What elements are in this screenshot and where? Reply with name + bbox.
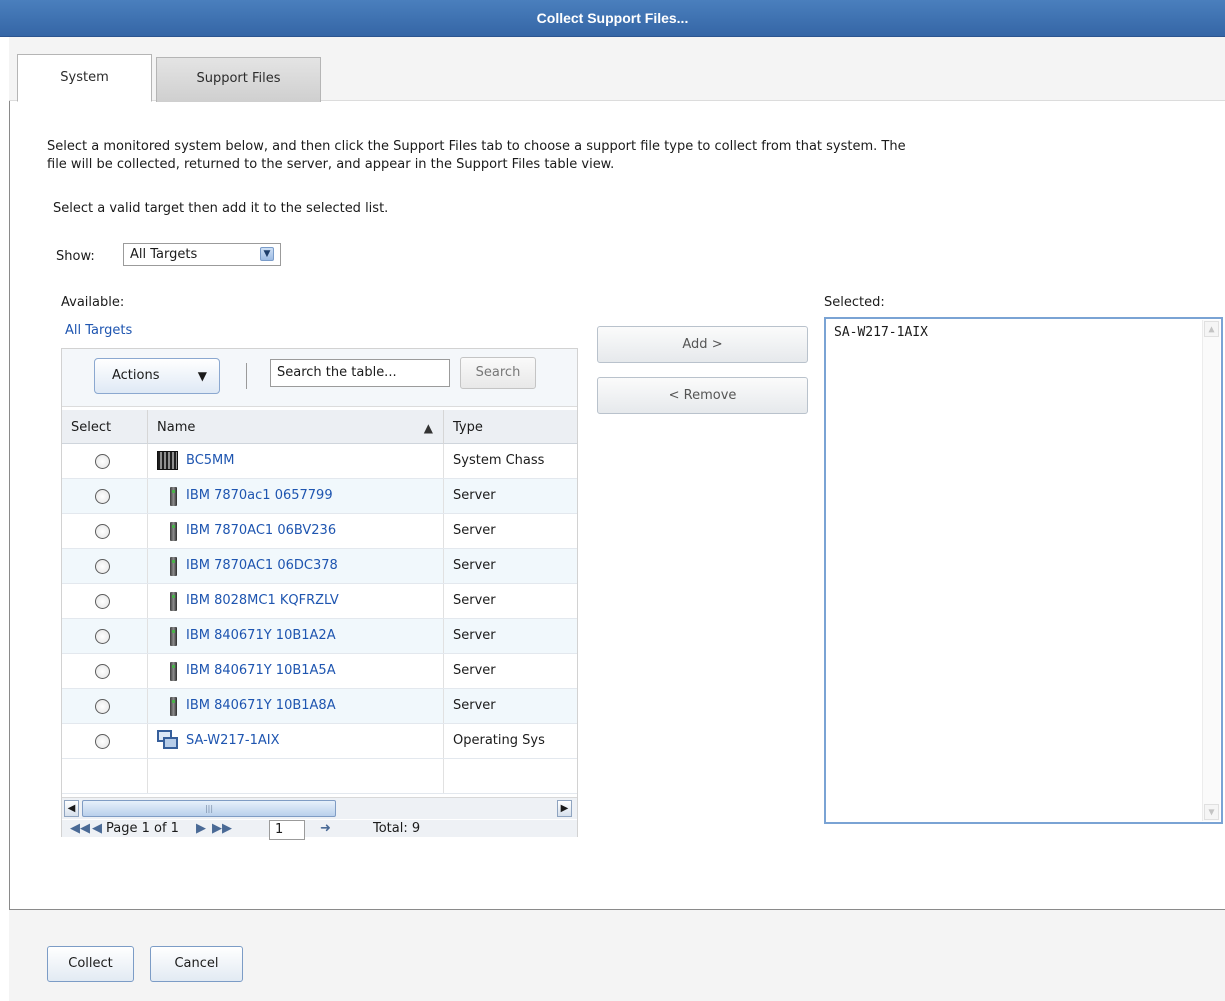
row-select-radio[interactable] — [95, 629, 110, 644]
next-page-icon[interactable]: ▶ — [196, 820, 206, 837]
target-name-link[interactable]: SA-W217-1AIX — [186, 724, 280, 758]
selected-list-item[interactable]: SA-W217-1AIX — [834, 325, 928, 340]
target-type: Server — [453, 488, 496, 503]
row-select-radio[interactable] — [95, 559, 110, 574]
page-number-input[interactable]: 1 — [269, 820, 305, 840]
column-header-name-label: Name — [157, 420, 196, 435]
chevron-down-icon: ▼ — [260, 247, 274, 261]
dialog-title: Collect Support Files... — [0, 0, 1225, 37]
vertical-scrollbar[interactable]: ▲ ▼ — [1202, 320, 1220, 821]
operating-system-icon — [157, 730, 179, 752]
target-type: Server — [453, 698, 496, 713]
server-icon — [170, 522, 177, 541]
row-select-radio[interactable] — [95, 594, 110, 609]
show-filter-value: All Targets — [130, 247, 198, 262]
target-name-link[interactable]: IBM 840671Y 10B1A8A — [186, 689, 336, 723]
actions-label: Actions — [112, 368, 160, 383]
toolbar-divider — [246, 363, 247, 389]
server-icon — [170, 662, 177, 681]
target-type: Server — [453, 663, 496, 678]
show-label: Show: — [56, 249, 95, 264]
tab-system[interactable]: System — [17, 54, 152, 102]
server-icon — [170, 697, 177, 716]
target-name-link[interactable]: BC5MM — [186, 444, 234, 478]
target-name-link[interactable]: IBM 7870ac1 0657799 — [186, 479, 333, 513]
scroll-right-icon[interactable]: ▶ — [557, 800, 572, 817]
target-type: Operating Sys — [453, 733, 545, 748]
target-name-link[interactable]: IBM 8028MC1 KQFRZLV — [186, 584, 339, 618]
tab-support-files[interactable]: Support Files — [156, 57, 321, 102]
target-name-link[interactable]: IBM 7870AC1 06DC378 — [186, 549, 338, 583]
intro-line-2: file will be collected, returned to the … — [47, 157, 615, 172]
table-pager: ◀◀ ◀ Page 1 of 1 ▶ ▶▶ 1 ➜ Total: 9 — [62, 820, 577, 840]
intro-text: Select a monitored system below, and the… — [47, 138, 1225, 174]
first-page-icon[interactable]: ◀◀ — [70, 820, 90, 837]
target-name-link[interactable]: IBM 7870AC1 06BV236 — [186, 514, 336, 548]
row-select-radio[interactable] — [95, 489, 110, 504]
server-icon — [170, 557, 177, 576]
table-toolbar: Actions ▼ Search the table... Search — [62, 349, 577, 407]
server-icon — [170, 627, 177, 646]
previous-page-icon[interactable]: ◀ — [92, 820, 102, 837]
tab-strip: System Support Files — [9, 37, 1225, 102]
server-icon — [170, 487, 177, 506]
target-type: Server — [453, 593, 496, 608]
table-row[interactable]: IBM 840671Y 10B1A2A Server — [62, 619, 577, 654]
caret-down-icon: ▼ — [197, 369, 207, 383]
scroll-down-icon[interactable]: ▼ — [1204, 804, 1219, 820]
table-row[interactable]: IBM 7870AC1 06DC378 Server — [62, 549, 577, 584]
target-type: Server — [453, 523, 496, 538]
intro-line-1: Select a monitored system below, and the… — [47, 139, 906, 154]
scroll-thumb[interactable]: ||| — [82, 800, 336, 817]
target-name-link[interactable]: IBM 840671Y 10B1A5A — [186, 654, 336, 688]
table-row[interactable]: IBM 840671Y 10B1A8A Server — [62, 689, 577, 724]
scroll-up-icon[interactable]: ▲ — [1204, 321, 1219, 337]
go-to-page-icon[interactable]: ➜ — [320, 820, 331, 837]
row-select-radio[interactable] — [95, 699, 110, 714]
hint-text: Select a valid target then add it to the… — [53, 201, 389, 216]
row-select-radio[interactable] — [95, 454, 110, 469]
collect-button[interactable]: Collect — [47, 946, 134, 982]
table-row[interactable]: BC5MM System Chass — [62, 444, 577, 479]
column-header-select: Select — [62, 410, 148, 444]
selected-list[interactable]: SA-W217-1AIX ▲ ▼ — [824, 317, 1223, 824]
table-row-empty — [62, 759, 577, 794]
actions-menu-button[interactable]: Actions ▼ — [94, 358, 220, 394]
row-select-radio[interactable] — [95, 734, 110, 749]
row-select-radio[interactable] — [95, 524, 110, 539]
column-header-name[interactable]: Name ▲︎ — [148, 410, 444, 444]
selected-label: Selected: — [824, 295, 885, 310]
remove-button[interactable]: < Remove — [597, 377, 808, 414]
row-select-radio[interactable] — [95, 664, 110, 679]
table-row[interactable]: IBM 7870AC1 06BV236 Server — [62, 514, 577, 549]
sort-icon[interactable]: ▲︎ — [424, 410, 433, 446]
scroll-left-icon[interactable]: ◀ — [64, 800, 79, 817]
show-filter-select[interactable]: All Targets ▼ — [123, 243, 281, 266]
all-targets-link[interactable]: All Targets — [65, 323, 132, 338]
total-count: Total: 9 — [373, 821, 421, 836]
table-search-input[interactable]: Search the table... — [270, 359, 450, 387]
table-row[interactable]: IBM 7870ac1 0657799 Server — [62, 479, 577, 514]
add-button[interactable]: Add > — [597, 326, 808, 363]
chassis-icon — [157, 451, 178, 470]
available-table: Select Name ▲︎ Type BC5MM System Chass I… — [62, 410, 577, 794]
table-row[interactable]: IBM 840671Y 10B1A5A Server — [62, 654, 577, 689]
server-icon — [170, 592, 177, 611]
target-type: System Chass — [453, 453, 545, 468]
table-header: Select Name ▲︎ Type — [62, 410, 577, 444]
target-name-link[interactable]: IBM 840671Y 10B1A2A — [186, 619, 336, 653]
search-button[interactable]: Search — [460, 357, 536, 389]
target-type: Server — [453, 628, 496, 643]
page-indicator: Page 1 of 1 — [106, 821, 179, 836]
column-header-type: Type — [453, 420, 483, 435]
horizontal-scrollbar[interactable]: ◀ ||| ▶ — [62, 797, 577, 819]
target-type: Server — [453, 558, 496, 573]
cancel-button[interactable]: Cancel — [150, 946, 243, 982]
available-label: Available: — [61, 295, 125, 310]
table-row[interactable]: SA-W217-1AIX Operating Sys — [62, 724, 577, 759]
last-page-icon[interactable]: ▶▶ — [212, 820, 232, 837]
table-row[interactable]: IBM 8028MC1 KQFRZLV Server — [62, 584, 577, 619]
